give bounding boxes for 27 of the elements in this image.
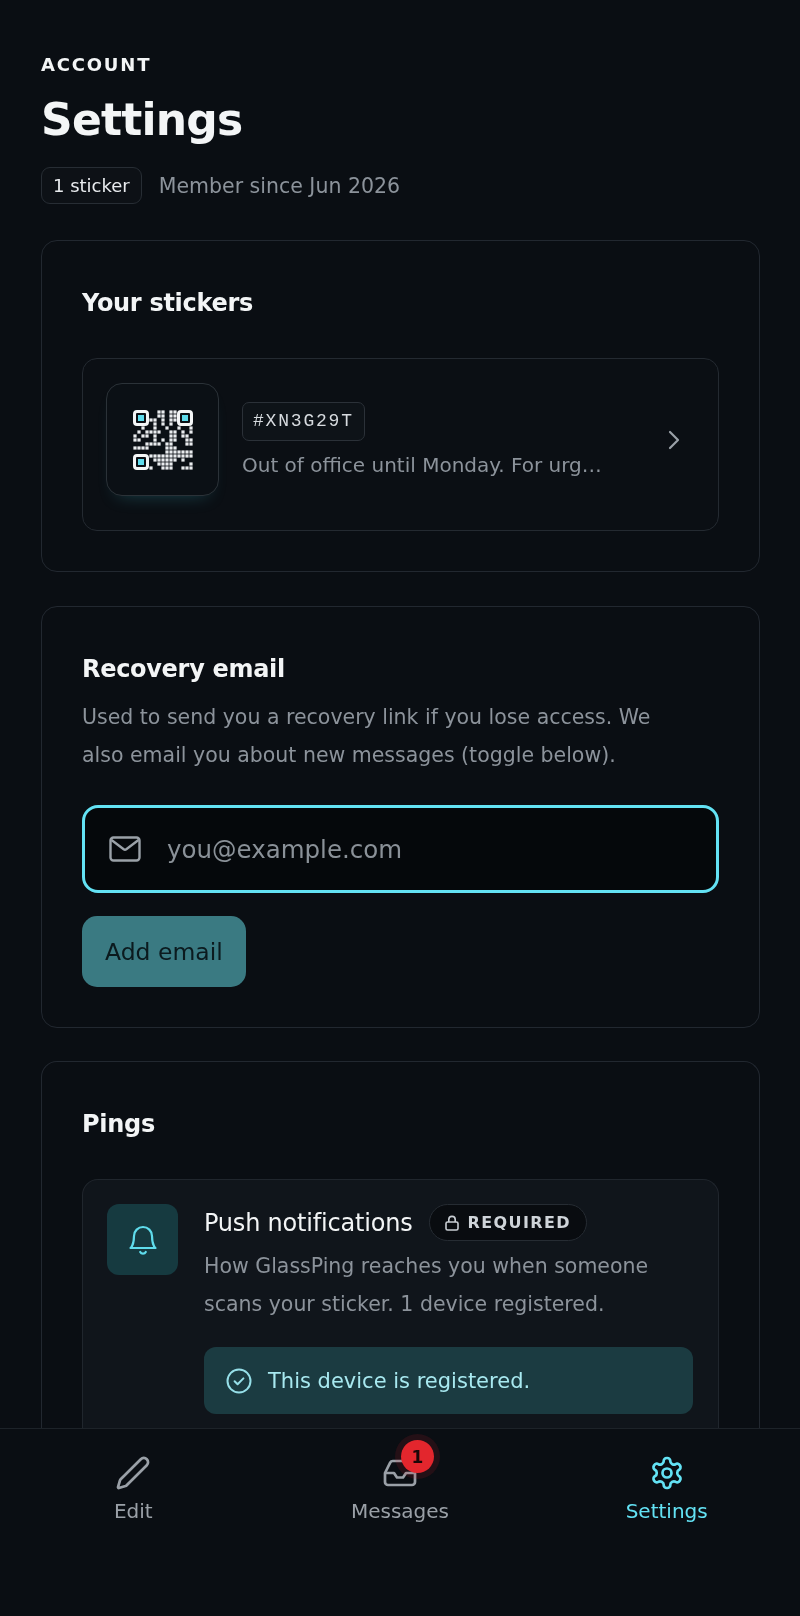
check-circle-icon bbox=[226, 1367, 252, 1394]
email-field[interactable]: you@example.com bbox=[82, 805, 719, 893]
section-title: Pings bbox=[82, 1109, 155, 1139]
pencil-icon bbox=[115, 1455, 152, 1491]
section-title: Recovery email bbox=[82, 654, 285, 684]
status-text: This device is registered. bbox=[268, 1368, 531, 1393]
setting-title: Push notifications bbox=[204, 1208, 413, 1237]
required-label: REQUIRED bbox=[467, 1213, 571, 1232]
sticker-count-chip: 1 sticker bbox=[41, 167, 142, 204]
section-description: Used to send you a recovery link if you lose access. We also email you about new messages (toggle below). bbox=[82, 704, 652, 769]
sticker-row[interactable]: #XN3G29T Out of office until Monday. For urg… bbox=[82, 358, 719, 531]
qr-code-icon bbox=[106, 383, 219, 496]
lock-icon bbox=[445, 1214, 460, 1231]
member-since-text: Member since Jun 2026 bbox=[158, 173, 401, 198]
mail-icon bbox=[109, 836, 141, 862]
chevron-right-icon bbox=[668, 429, 680, 450]
page-title: Settings bbox=[41, 93, 243, 147]
sticker-code-tag: #XN3G29T bbox=[242, 402, 365, 441]
bell-icon bbox=[107, 1204, 178, 1275]
nav-tab[interactable]: Edit bbox=[103, 1438, 163, 1527]
sticker-message: Out of office until Monday. For urg… bbox=[242, 453, 602, 477]
nav-tab[interactable]: 1 Messages bbox=[340, 1438, 460, 1527]
section-title: Your stickers bbox=[82, 288, 253, 318]
setting-description: How GlassPing reaches you when someone scans your sticker. 1 device registered. bbox=[204, 1253, 650, 1318]
nav-tab[interactable]: Settings bbox=[615, 1438, 718, 1527]
section-eyebrow: ACCOUNT bbox=[41, 54, 152, 76]
unread-count-badge: 1 bbox=[401, 1440, 434, 1473]
